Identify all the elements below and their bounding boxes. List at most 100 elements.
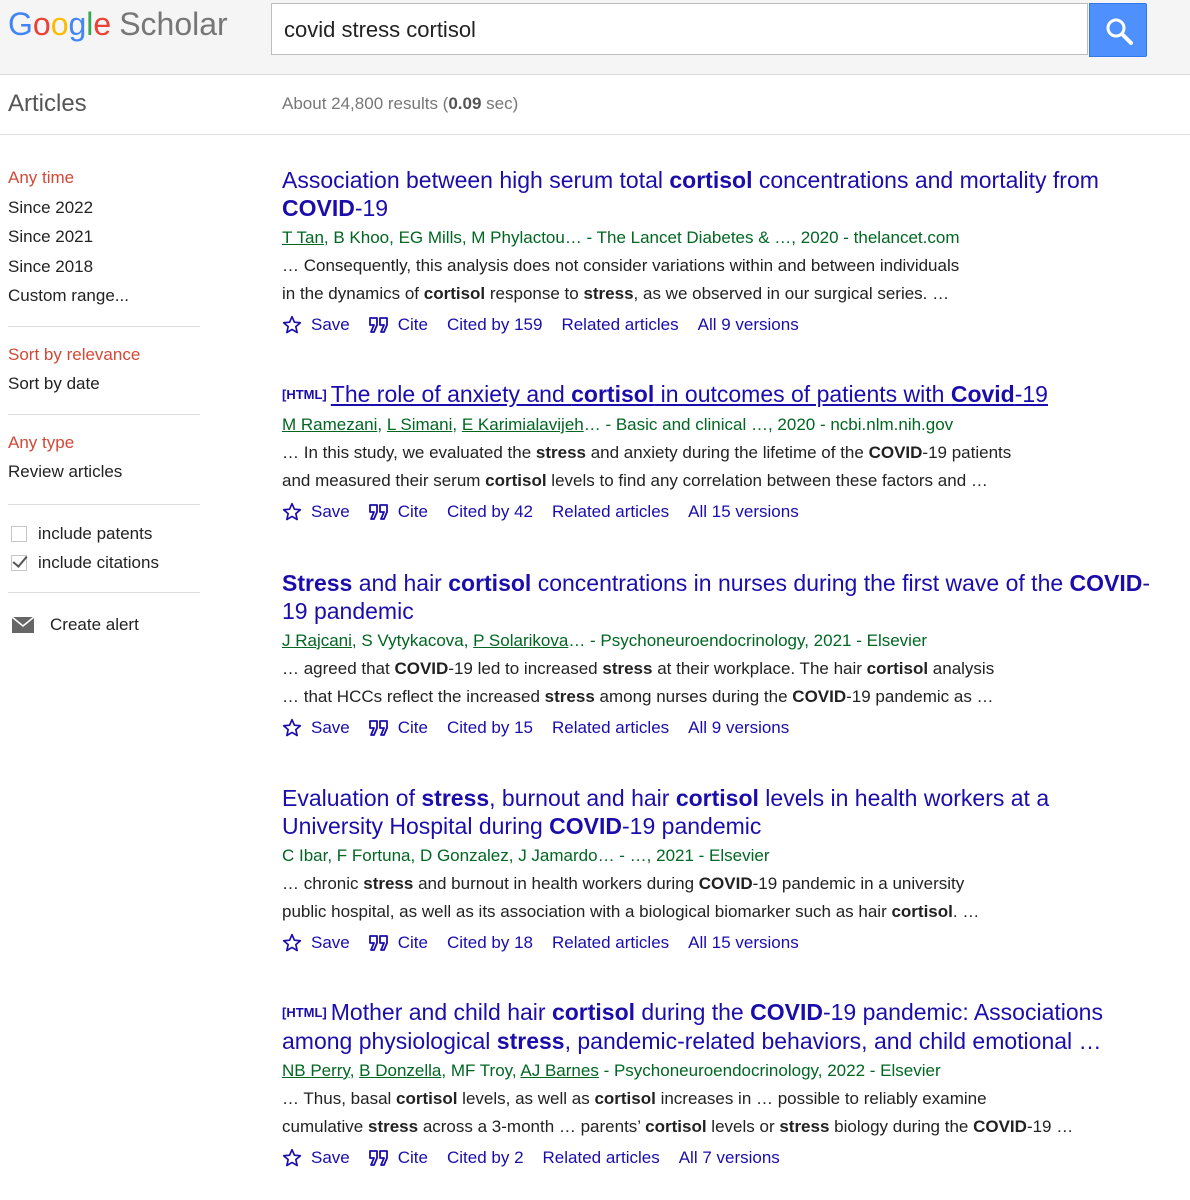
result-title-link[interactable]: Evaluation of stress, burnout and hair c… xyxy=(282,784,1152,840)
text-segment: levels to find any correlation between t… xyxy=(546,471,988,490)
keyword-highlight: cortisol xyxy=(645,1117,707,1136)
cite-label: Cite xyxy=(397,1148,428,1167)
keyword-highlight: cortisol xyxy=(423,284,486,303)
all-versions-link[interactable]: All 15 versions xyxy=(688,928,799,958)
text-segment: -19 pandemic as … xyxy=(846,687,994,706)
sidebar-option[interactable]: Since 2021 xyxy=(8,225,200,255)
quote-icon xyxy=(368,720,388,736)
result-title-link[interactable]: [HTML] Mother and child hair cortisol dur… xyxy=(282,998,1177,1055)
text-segment: … that HCCs reflect the increased xyxy=(282,687,545,706)
author-link[interactable]: M Ramezani xyxy=(282,415,377,434)
result-actions: Save Cite Cited by 15 Related articles All 9… xyxy=(282,713,1152,743)
cite-button[interactable]: Cite xyxy=(368,928,428,958)
cite-button[interactable]: Cite xyxy=(368,310,428,340)
author-link[interactable]: AJ Barnes xyxy=(520,1061,598,1080)
sidebar-option[interactable]: Sort by date xyxy=(8,372,200,402)
save-button[interactable]: Save xyxy=(282,497,350,527)
related-articles-link[interactable]: Related articles xyxy=(543,1143,660,1173)
sidebar-option[interactable]: Any time xyxy=(8,166,200,196)
search-input[interactable]: covid stress cortisol xyxy=(271,3,1088,55)
save-button[interactable]: Save xyxy=(282,713,350,743)
cited-by-link[interactable]: Cited by 42 xyxy=(447,497,533,527)
text-segment: -19 pandemic in a university xyxy=(752,874,965,893)
create-alert-button[interactable]: Create alert xyxy=(8,610,200,640)
result-title-link[interactable]: Stress and hair cortisol concentrations … xyxy=(282,569,1152,625)
include-citations-checkbox[interactable] xyxy=(11,555,27,571)
cited-by-link[interactable]: Cited by 159 xyxy=(447,310,542,340)
result-title-text: Association between high serum total cor… xyxy=(282,167,1099,221)
related-articles-link[interactable]: Related articles xyxy=(552,713,669,743)
cite-button[interactable]: Cite xyxy=(368,497,428,527)
cited-by-link[interactable]: Cited by 15 xyxy=(447,713,533,743)
text-segment: levels or xyxy=(706,1117,780,1136)
sidebar-option[interactable]: Custom range... xyxy=(8,284,200,314)
cited-by-link[interactable]: Cited by 18 xyxy=(447,928,533,958)
author-link[interactable]: B Donzella xyxy=(359,1061,441,1080)
keyword-highlight: COVID xyxy=(792,687,847,706)
result-title-link[interactable]: Association between high serum total cor… xyxy=(282,166,1167,222)
sidebar-option[interactable]: Sort by relevance xyxy=(8,343,200,373)
keyword-highlight: Covid xyxy=(950,381,1015,407)
save-label: Save xyxy=(311,933,350,952)
sidebar-option[interactable]: Any type xyxy=(8,431,200,461)
author-link[interactable]: P Solarikova xyxy=(473,631,568,650)
related-articles-link[interactable]: Related articles xyxy=(552,928,669,958)
cite-button[interactable]: Cite xyxy=(368,713,428,743)
result-snippet-line: … that HCCs reflect the increased stress… xyxy=(282,683,1152,711)
all-versions-link[interactable]: All 9 versions xyxy=(688,713,789,743)
save-button[interactable]: Save xyxy=(282,310,350,340)
author-text: , xyxy=(349,1061,360,1080)
section-title[interactable]: Articles xyxy=(8,90,87,118)
result-title-text: Mother and child hair cortisol during th… xyxy=(282,999,1103,1054)
result-snippet-line: public hospital, as well as its associat… xyxy=(282,898,1152,926)
sidebar-option[interactable]: Since 2018 xyxy=(8,255,200,285)
related-articles-link[interactable]: Related articles xyxy=(552,497,669,527)
author-link[interactable]: J Rajcani xyxy=(282,631,352,650)
sidebar-option[interactable]: Review articles xyxy=(8,460,200,490)
html-tag[interactable]: [HTML] xyxy=(282,1005,327,1020)
text-segment: among nurses during the xyxy=(594,687,793,706)
html-tag[interactable]: [HTML] xyxy=(282,387,327,402)
text-segment: … In this study, we evaluated the xyxy=(282,443,536,462)
text-segment: in the dynamics of xyxy=(282,284,424,303)
google-scholar-logo[interactable]: Google Scholar xyxy=(8,6,228,43)
text-segment: The role of anxiety and xyxy=(330,381,572,407)
author-link[interactable]: T Tan xyxy=(282,228,324,247)
text-segment: during the xyxy=(635,999,751,1025)
save-label: Save xyxy=(311,502,350,521)
all-versions-link[interactable]: All 9 versions xyxy=(698,310,799,340)
include-patents-checkbox[interactable] xyxy=(11,526,27,542)
result-title-link[interactable]: [HTML] The role of anxiety and cortisol i… xyxy=(282,380,1152,409)
save-button[interactable]: Save xyxy=(282,1143,350,1173)
sidebar-option[interactable]: Since 2022 xyxy=(8,196,200,226)
include-citations-option[interactable]: include citations xyxy=(8,549,200,578)
author-link[interactable]: L Simani xyxy=(387,415,453,434)
keyword-highlight: stress xyxy=(367,1117,419,1136)
result-authors: NB Perry, B Donzella, MF Troy, AJ Barnes… xyxy=(282,1056,1177,1085)
sort-options-list: Sort by relevance Sort by date xyxy=(8,343,200,402)
quote-icon xyxy=(368,317,388,333)
include-patents-option[interactable]: include patents xyxy=(8,520,200,549)
search-button[interactable] xyxy=(1089,3,1147,57)
result-snippet-line: cumulative stress across a 3-month … par… xyxy=(282,1113,1177,1141)
text-segment: … Thus, basal xyxy=(282,1089,397,1108)
keyword-highlight: COVID xyxy=(973,1117,1027,1136)
text-segment: levels, as well as xyxy=(457,1089,595,1108)
text-segment: Evaluation of xyxy=(282,785,422,811)
mail-icon xyxy=(12,616,34,633)
related-articles-link[interactable]: Related articles xyxy=(561,310,678,340)
search-result: Association between high serum total cor… xyxy=(282,166,1167,340)
cited-by-link[interactable]: Cited by 2 xyxy=(447,1143,524,1173)
save-label: Save xyxy=(311,1148,350,1167)
result-actions: Save Cite Cited by 42 Related articles All 1… xyxy=(282,497,1152,527)
author-link[interactable]: E Karimialavijeh xyxy=(462,415,584,434)
all-versions-link[interactable]: All 15 versions xyxy=(688,497,799,527)
result-authors: T Tan, B Khoo, EG Mills, M Phylactou… - … xyxy=(282,223,1167,252)
save-button[interactable]: Save xyxy=(282,928,350,958)
quote-icon xyxy=(368,935,388,951)
cite-button[interactable]: Cite xyxy=(368,1143,428,1173)
search-result: Evaluation of stress, burnout and hair c… xyxy=(282,784,1152,958)
keyword-highlight: stress xyxy=(583,284,634,303)
author-link[interactable]: NB Perry xyxy=(282,1061,350,1080)
all-versions-link[interactable]: All 7 versions xyxy=(679,1143,780,1173)
